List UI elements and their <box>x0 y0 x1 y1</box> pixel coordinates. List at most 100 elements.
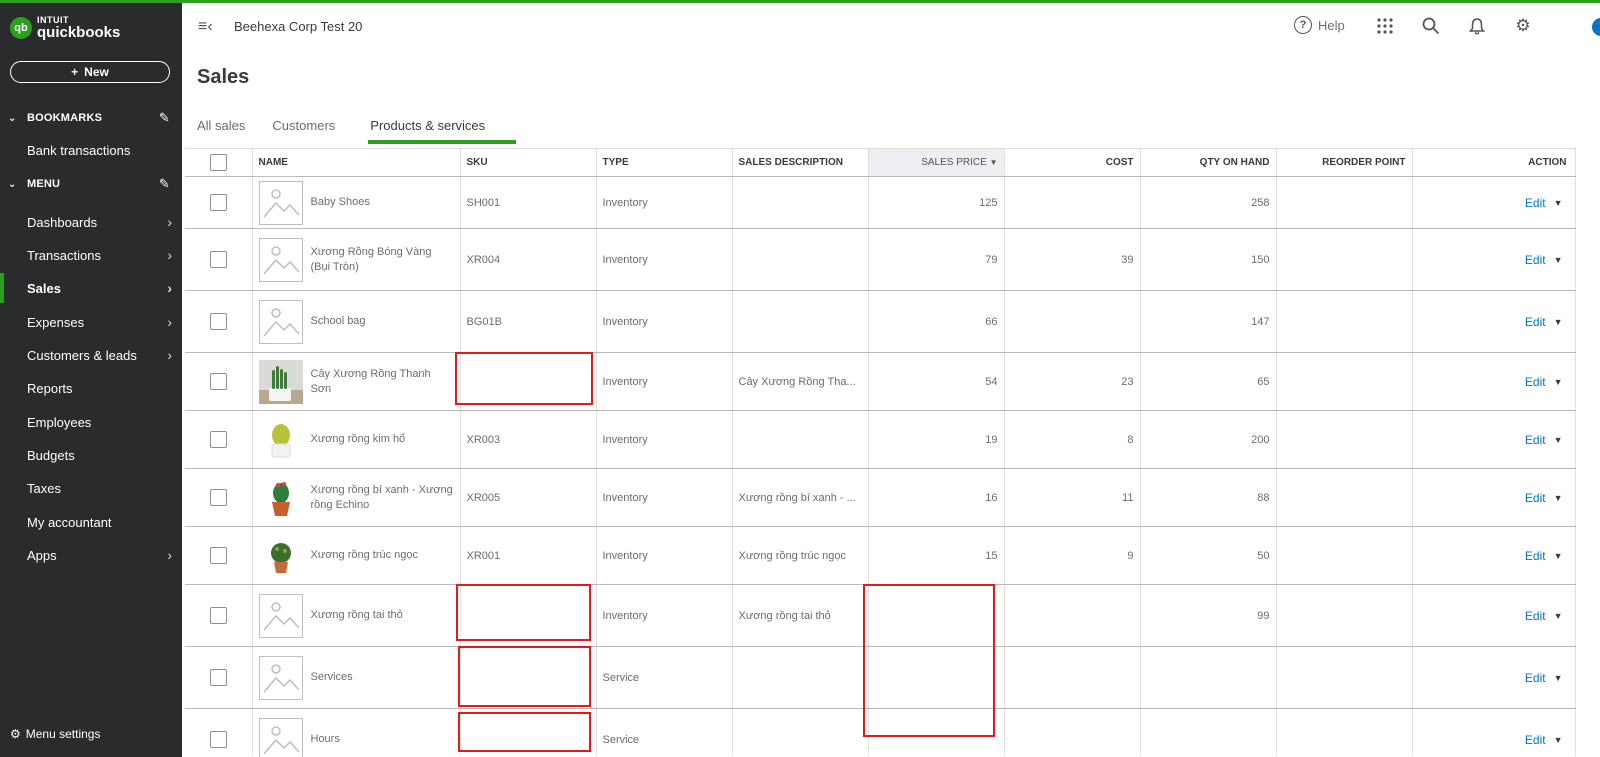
help-button[interactable]: ? Help <box>1294 16 1345 34</box>
bookmarks-header[interactable]: ⌄ BOOKMARKS ✎ <box>0 105 182 131</box>
product-name[interactable]: Xương rồng trúc ngọc <box>311 548 419 563</box>
bell-icon[interactable] <box>1466 15 1488 37</box>
table-row[interactable]: School bag BG01B Inventory 66 147 Edit ▼ <box>185 290 1576 353</box>
caret-down-icon[interactable]: ▼ <box>1554 255 1563 265</box>
row-checkbox[interactable] <box>209 669 227 686</box>
sidebar-item-reports[interactable]: Reports <box>0 373 182 403</box>
table-row[interactable]: Xương rồng bí xanh - Xương rồng Echino XR… <box>185 468 1576 527</box>
row-checkbox[interactable] <box>209 607 227 624</box>
edit-button[interactable]: Edit ▼ <box>1525 253 1563 267</box>
image-placeholder-icon[interactable] <box>258 299 303 344</box>
pencil-icon[interactable]: ✎ <box>159 110 170 126</box>
edit-button[interactable]: Edit ▼ <box>1525 609 1563 623</box>
chevron-right-icon: › <box>167 247 172 263</box>
row-checkbox[interactable] <box>209 489 227 506</box>
tab-customers[interactable]: Customers <box>258 118 348 144</box>
avatar[interactable] <box>1592 18 1600 36</box>
row-checkbox[interactable] <box>209 373 227 390</box>
column-header-sku[interactable]: SKU <box>460 148 597 177</box>
search-icon[interactable] <box>1420 15 1442 37</box>
caret-down-icon[interactable]: ▼ <box>1554 198 1563 208</box>
edit-button[interactable]: Edit ▼ <box>1525 315 1563 329</box>
edit-button[interactable]: Edit ▼ <box>1525 549 1563 563</box>
sidebar-item-budgets[interactable]: Budgets <box>0 440 182 470</box>
sidebar-item-employees[interactable]: Employees <box>0 407 182 437</box>
product-image[interactable] <box>258 417 303 462</box>
sidebar-item-transactions[interactable]: Transactions › <box>0 240 182 270</box>
row-checkbox[interactable] <box>209 313 227 330</box>
tab-all-sales[interactable]: All sales <box>184 118 258 144</box>
caret-down-icon[interactable]: ▼ <box>1554 611 1563 621</box>
cell-cost <box>1004 708 1141 757</box>
edit-button[interactable]: Edit ▼ <box>1525 491 1563 505</box>
menu-settings-button[interactable]: ⚙ Menu settings <box>10 727 100 741</box>
product-name[interactable]: Xương Rồng Bóng Vàng (Bụi Tròn) <box>311 245 454 275</box>
column-header-qty-on-hand[interactable]: QTY ON HAND <box>1140 148 1277 177</box>
edit-button[interactable]: Edit ▼ <box>1525 671 1563 685</box>
sidebar-item-expenses[interactable]: Expenses › <box>0 307 182 337</box>
row-checkbox[interactable] <box>209 731 227 748</box>
select-all-checkbox[interactable] <box>209 154 227 171</box>
sidebar-item-bank-transactions[interactable]: Bank transactions <box>0 135 182 165</box>
product-name[interactable]: Services <box>311 670 353 685</box>
column-header-type[interactable]: TYPE <box>596 148 733 177</box>
column-header-sales-description[interactable]: SALES DESCRIPTION <box>732 148 869 177</box>
image-placeholder-icon[interactable] <box>258 655 303 700</box>
caret-down-icon[interactable]: ▼ <box>1554 377 1563 387</box>
caret-down-icon[interactable]: ▼ <box>1554 673 1563 683</box>
edit-button[interactable]: Edit ▼ <box>1525 196 1563 210</box>
table-row[interactable]: Services Service Edit ▼ <box>185 646 1576 709</box>
product-name[interactable]: Xương rồng tai thỏ <box>311 608 403 623</box>
column-header-name[interactable]: NAME <box>252 148 461 177</box>
table-row[interactable]: Xương rồng kim hổ XR003 Inventory 19 8 200 Edi… <box>185 410 1576 469</box>
sidebar-item-dashboards[interactable]: Dashboards › <box>0 207 182 237</box>
product-name[interactable]: Xương rồng kim hổ <box>311 432 406 447</box>
product-name[interactable]: Baby Shoes <box>311 195 370 210</box>
caret-down-icon[interactable]: ▼ <box>1554 735 1563 745</box>
row-checkbox[interactable] <box>209 431 227 448</box>
menu-header[interactable]: ⌄ MENU ✎ <box>0 171 182 197</box>
sidebar-item-taxes[interactable]: Taxes <box>0 473 182 503</box>
edit-button[interactable]: Edit ▼ <box>1525 433 1563 447</box>
table-row[interactable]: Xương rồng tai thỏ Inventory Xương rồng ta… <box>185 584 1576 647</box>
quickbooks-logo[interactable]: qb INTUIT quickbooks <box>10 16 120 40</box>
caret-down-icon[interactable]: ▼ <box>1554 551 1563 561</box>
row-checkbox[interactable] <box>209 194 227 211</box>
collapse-menu-icon[interactable]: ≡‹ <box>198 18 213 36</box>
column-header-reorder-point[interactable]: REORDER POINT <box>1276 148 1413 177</box>
pencil-icon[interactable]: ✎ <box>159 176 170 192</box>
product-name[interactable]: Xương rồng bí xanh - Xương rồng Echino <box>311 483 454 513</box>
sidebar-item-my-accountant[interactable]: My accountant <box>0 507 182 537</box>
caret-down-icon[interactable]: ▼ <box>1554 493 1563 503</box>
table-row[interactable]: Hours Service Edit ▼ <box>185 708 1576 757</box>
edit-button[interactable]: Edit ▼ <box>1525 733 1563 747</box>
image-placeholder-icon[interactable] <box>258 717 303 757</box>
table-row[interactable]: Xương Rồng Bóng Vàng (Bụi Tròn) XR004 Inve… <box>185 228 1576 291</box>
table-row[interactable]: Xương rồng trúc ngọc XR001 Inventory Xương … <box>185 526 1576 585</box>
product-image[interactable] <box>258 475 303 520</box>
settings-gear-icon[interactable]: ⚙ <box>1512 15 1534 37</box>
image-placeholder-icon[interactable] <box>258 593 303 638</box>
sidebar-item-customers-leads[interactable]: Customers & leads › <box>0 340 182 370</box>
product-name[interactable]: Cây Xương Rồng Thanh Sơn <box>311 367 454 397</box>
image-placeholder-icon[interactable] <box>258 180 303 225</box>
product-image[interactable] <box>258 359 303 404</box>
product-name[interactable]: School bag <box>311 314 366 329</box>
column-header-sales-price[interactable]: SALES PRICE ▼ <box>868 148 1005 177</box>
column-header-cost[interactable]: COST <box>1004 148 1141 177</box>
help-label: Help <box>1318 17 1345 33</box>
edit-button[interactable]: Edit ▼ <box>1525 375 1563 389</box>
table-row[interactable]: Cây Xương Rồng Thanh Sơn Inventory Cây Xươ… <box>185 352 1576 411</box>
product-image[interactable] <box>258 533 303 578</box>
image-placeholder-icon[interactable] <box>258 237 303 282</box>
row-checkbox[interactable] <box>209 547 227 564</box>
sidebar-item-sales[interactable]: Sales › <box>0 273 182 303</box>
row-checkbox[interactable] <box>209 251 227 268</box>
sidebar-item-apps[interactable]: Apps › <box>0 540 182 570</box>
product-name[interactable]: Hours <box>311 732 340 747</box>
table-row[interactable]: Baby Shoes SH001 Inventory 125 258 Edit ▼ <box>185 176 1576 229</box>
new-button[interactable]: + New <box>10 61 170 83</box>
caret-down-icon[interactable]: ▼ <box>1554 317 1563 327</box>
apps-grid-icon[interactable] <box>1374 15 1396 37</box>
caret-down-icon[interactable]: ▼ <box>1554 435 1563 445</box>
